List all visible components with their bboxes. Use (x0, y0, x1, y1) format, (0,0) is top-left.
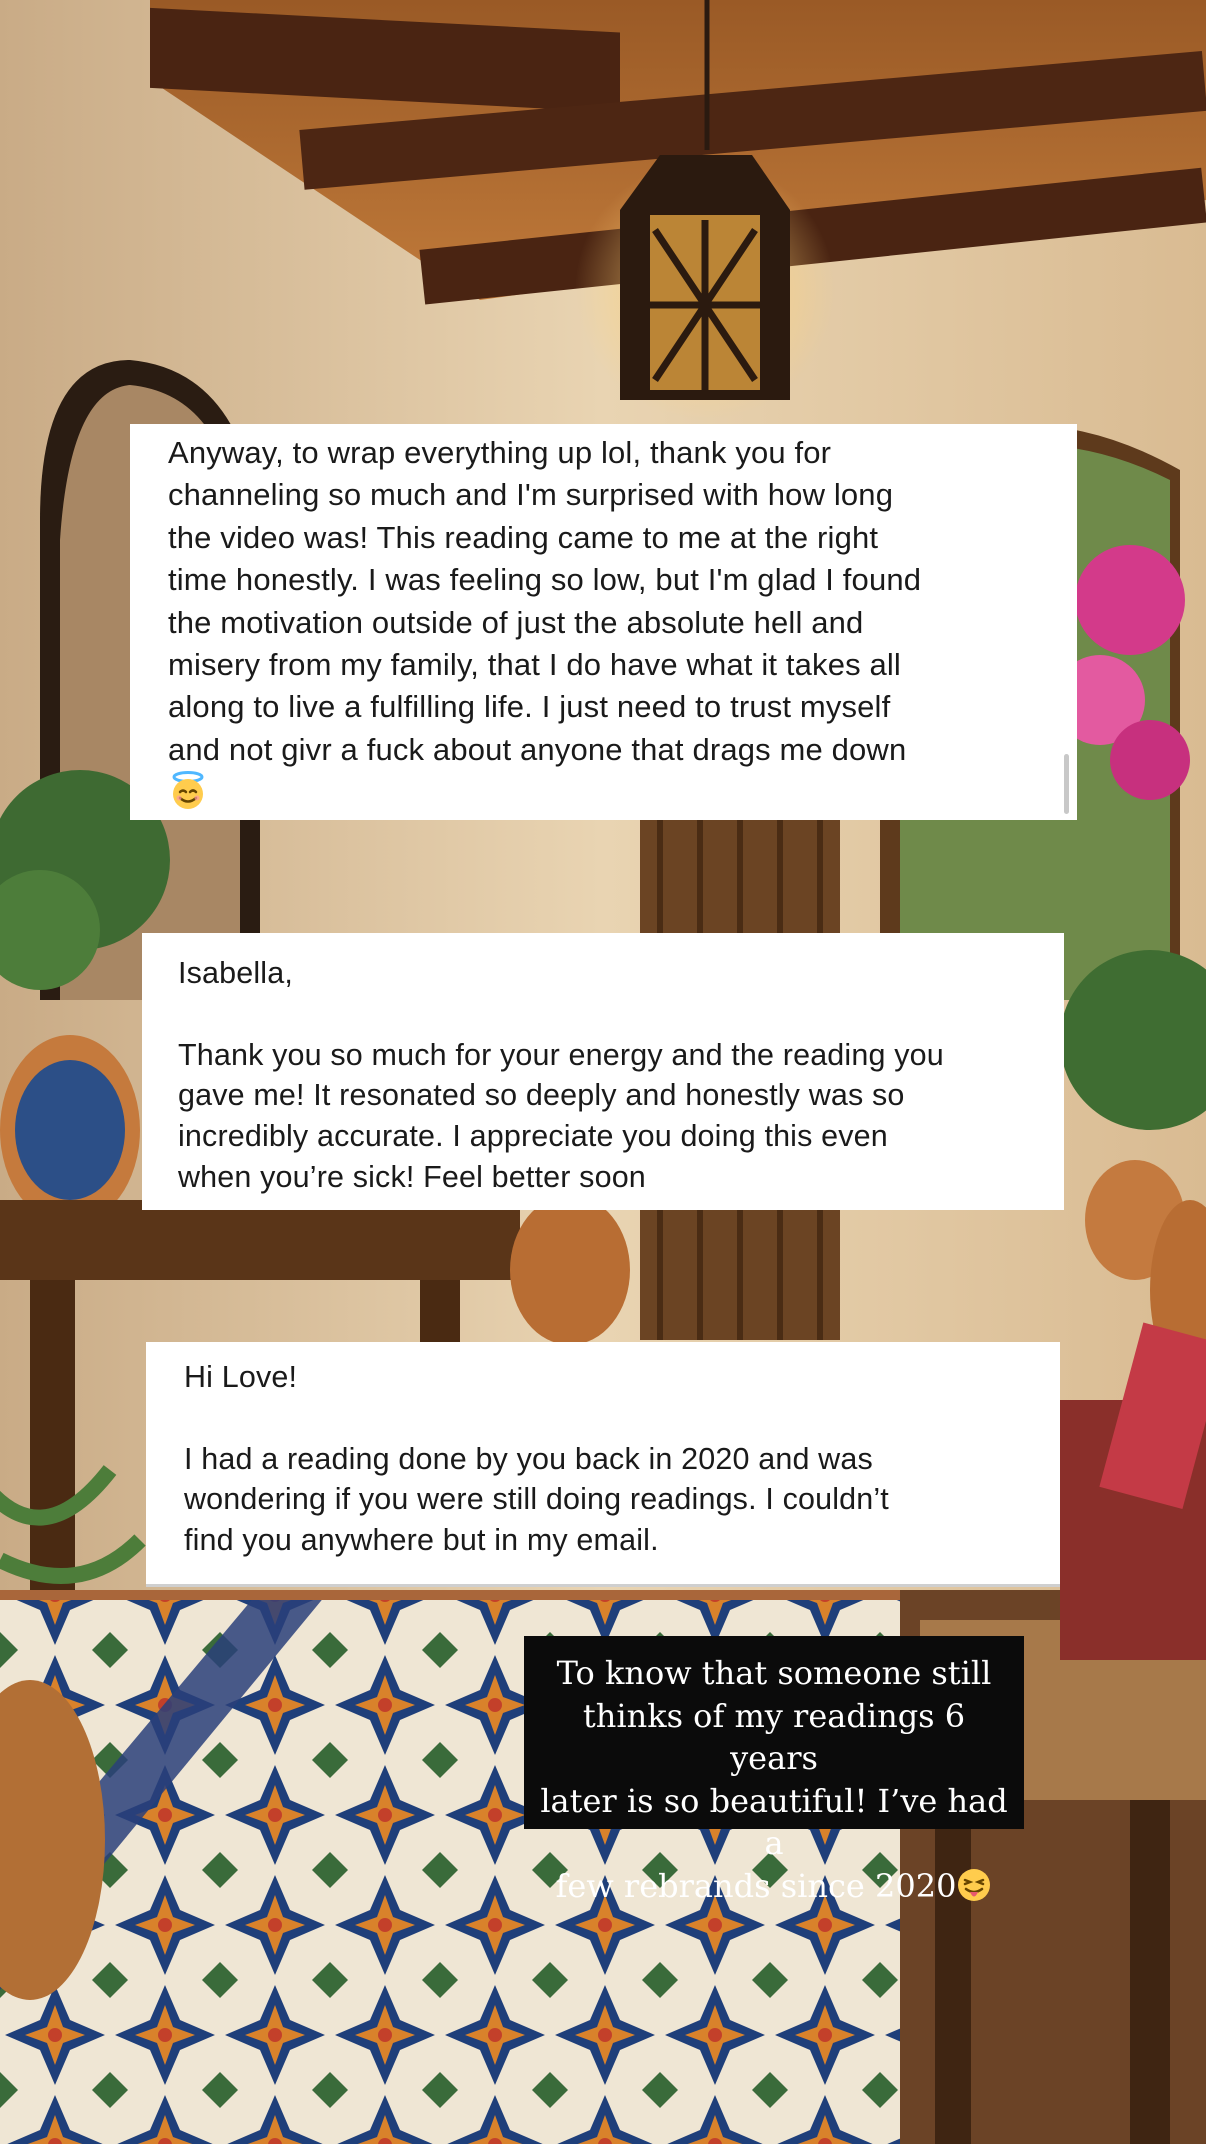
message-3-body: I had a reading done by you back in 2020… (184, 1441, 889, 1558)
message-1-body: Anyway, to wrap everything up lol, thank… (168, 435, 922, 767)
story-caption: To know that someone still thinks of my … (524, 1636, 1024, 1905)
caption-text: To know that someone still thinks of my … (540, 1654, 1008, 1905)
message-3-greeting: Hi Love! (184, 1360, 298, 1394)
smiling-face-with-halo-icon (168, 771, 208, 822)
message-card-3: Hi Love! I had a reading done by you bac… (146, 1342, 1060, 1587)
winking-face-with-tongue-icon (956, 1867, 992, 1914)
message-card-2: Isabella, Thank you so much for your ene… (142, 933, 1064, 1210)
scrollbar-thumb[interactable] (1064, 754, 1069, 814)
message-2-greeting: Isabella, (178, 956, 293, 990)
message-card-1: Anyway, to wrap everything up lol, thank… (130, 424, 1077, 820)
message-2-body: Thank you so much for your energy and th… (178, 1037, 944, 1194)
